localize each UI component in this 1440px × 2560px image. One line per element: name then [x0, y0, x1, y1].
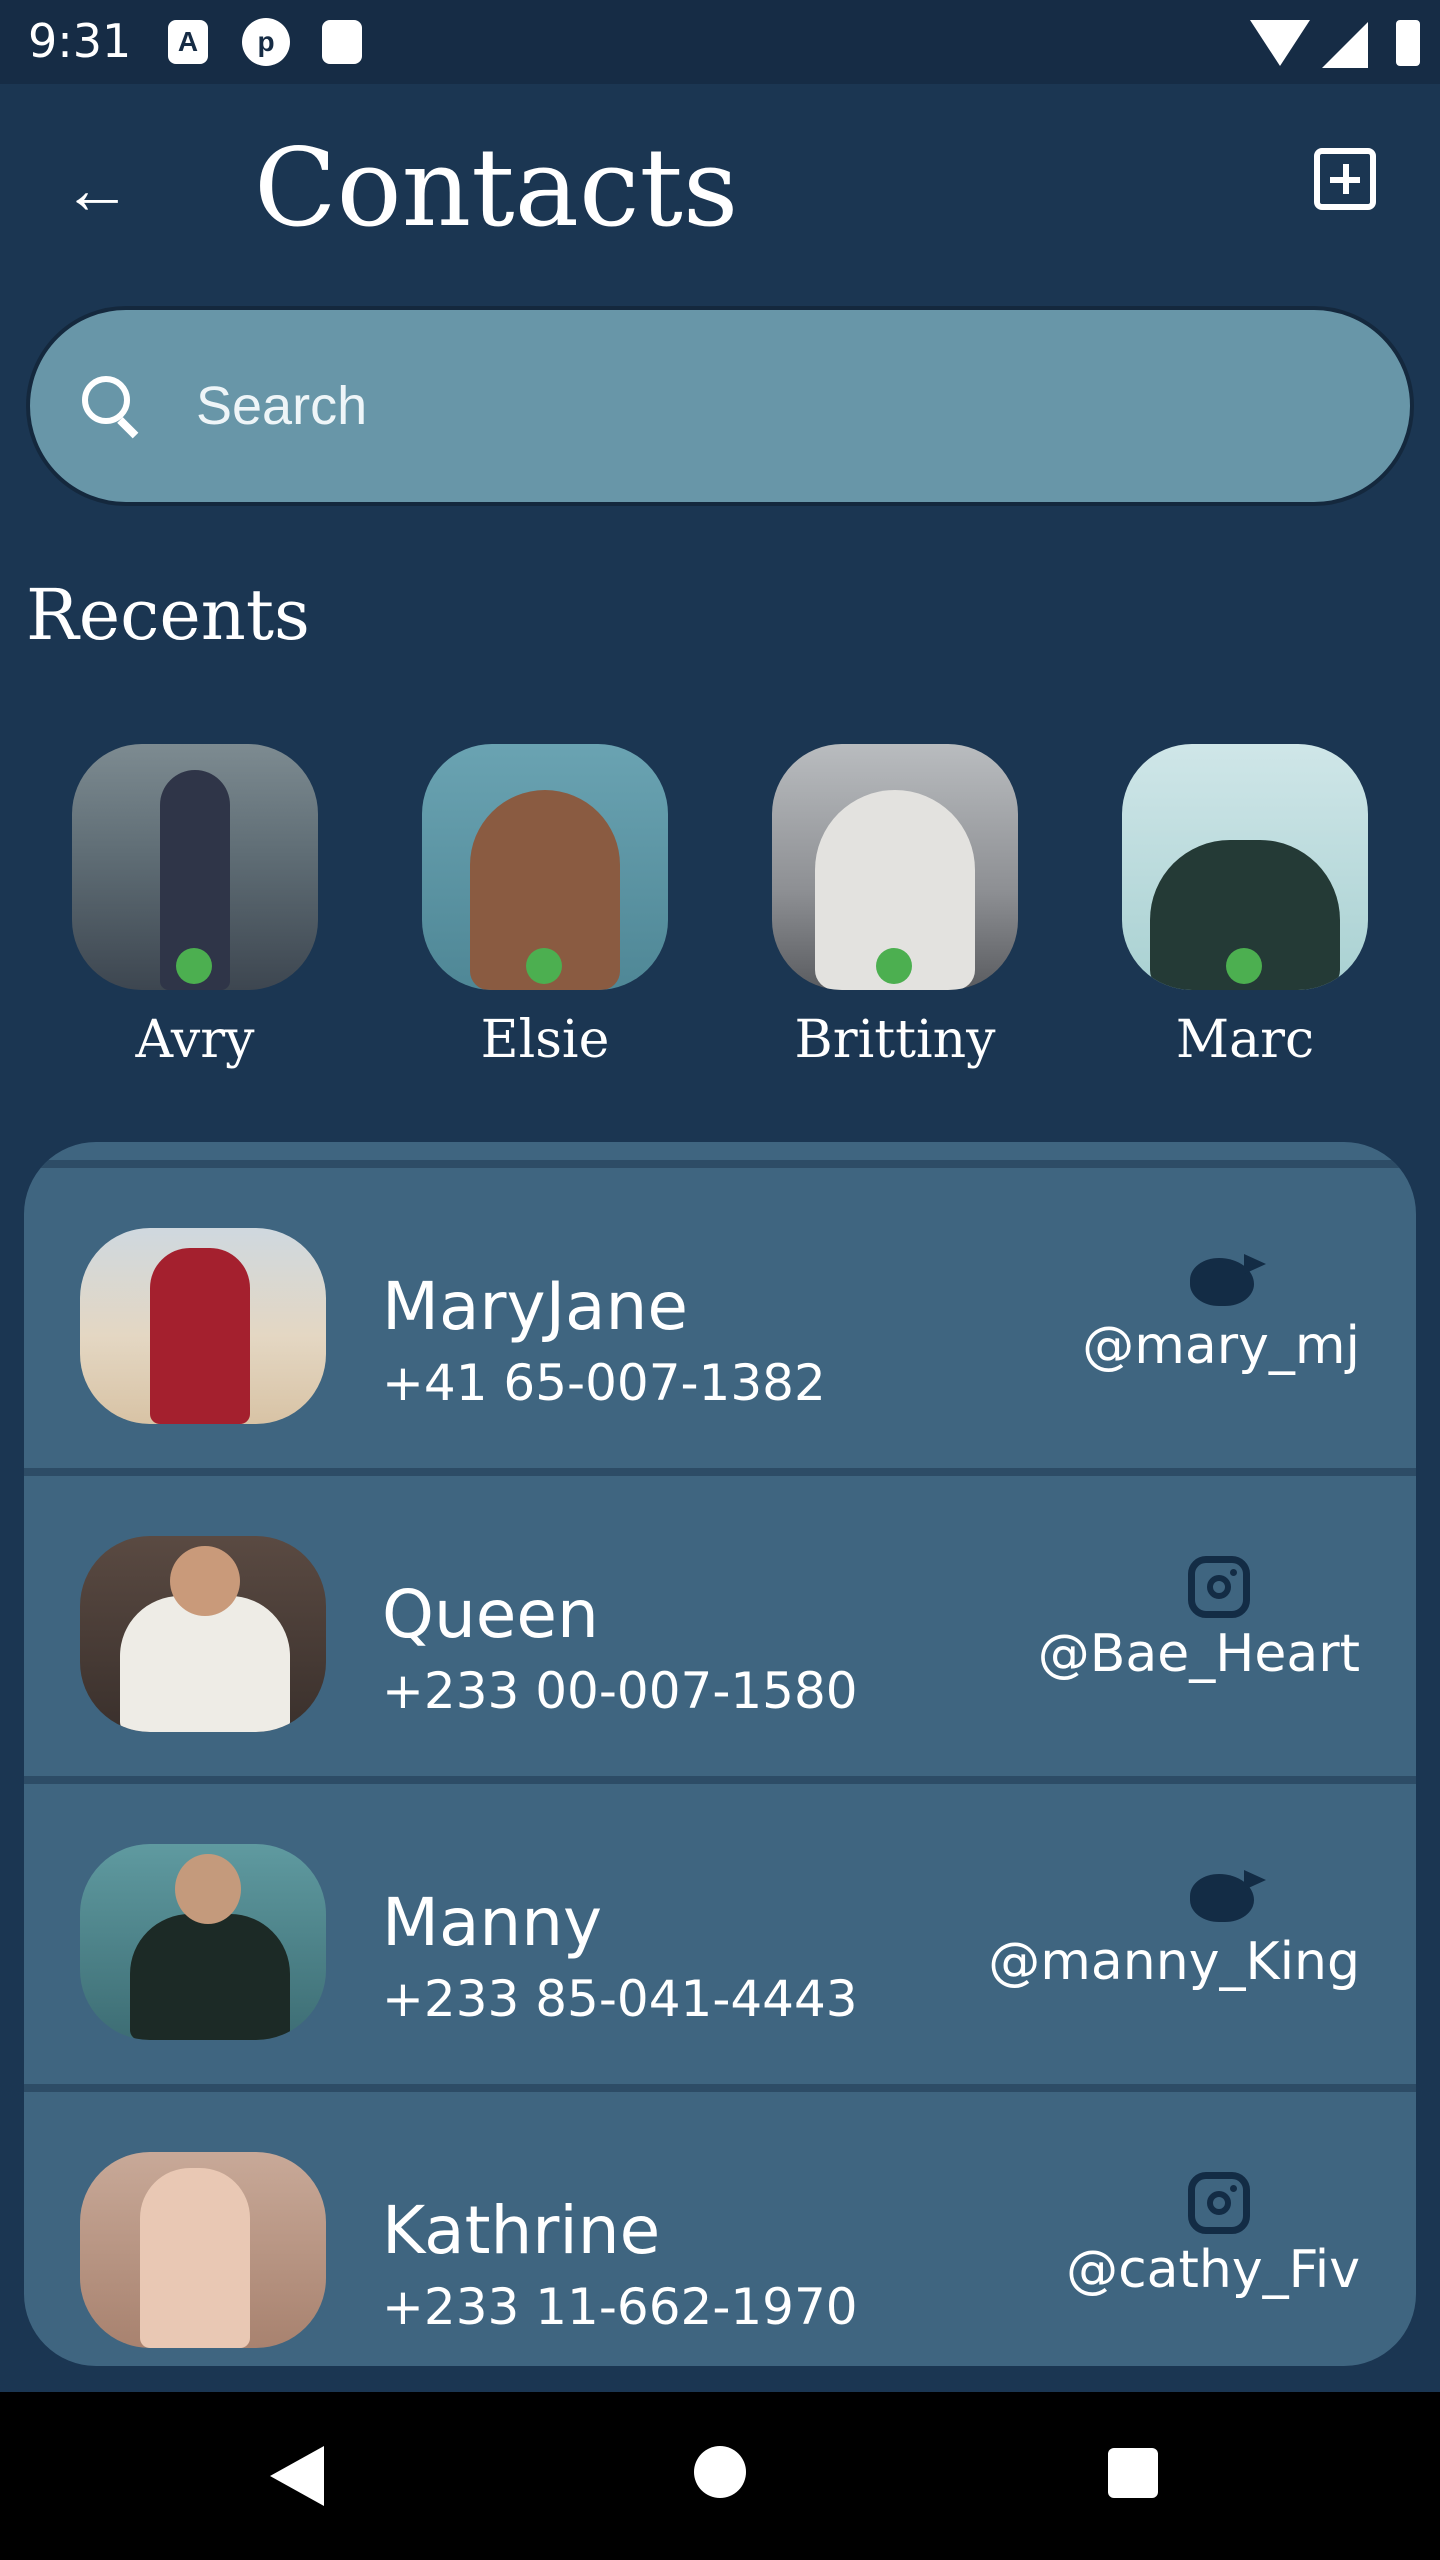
online-indicator — [526, 948, 562, 984]
recent-name: Brittiny — [794, 1010, 996, 1070]
add-box-icon[interactable] — [1314, 148, 1376, 210]
contact-name: MaryJane — [382, 1268, 688, 1345]
contact-phone: +41 65-007-1382 — [382, 1354, 826, 1412]
search-icon — [82, 376, 142, 439]
recent-contact-marc[interactable]: Marc — [1122, 744, 1368, 1070]
recent-contact-avry[interactable]: Avry — [72, 744, 318, 1070]
search-bar[interactable] — [26, 306, 1414, 506]
avatar — [772, 744, 1018, 990]
contact-row[interactable]: Queen +233 00-007-1580 @Bae_Heart — [24, 1468, 1416, 1768]
instagram-icon — [1188, 2172, 1250, 2234]
contact-name: Manny — [382, 1884, 603, 1961]
battery-icon — [1396, 20, 1420, 66]
contact-row[interactable]: Kathrine +233 11-662-1970 @cathy_Fiv — [24, 2084, 1416, 2366]
social-handle: @manny_King — [988, 1932, 1360, 1992]
wifi-icon — [1250, 20, 1310, 66]
search-input[interactable] — [194, 360, 1348, 452]
social-handle: @mary_mj — [1082, 1316, 1360, 1376]
contact-photo — [80, 2152, 326, 2348]
a-icon: A — [168, 20, 208, 64]
arrow-back-icon[interactable]: ← — [52, 144, 142, 234]
recents-list: Avry Elsie Brittiny Marc — [0, 744, 1440, 1084]
social-link[interactable]: @cathy_Fiv — [920, 2172, 1360, 2300]
contact-name: Kathrine — [382, 2192, 661, 2269]
contact-photo — [80, 1536, 326, 1732]
status-bar: 9:31 A p — [0, 0, 1440, 84]
instagram-icon — [1188, 1556, 1250, 1618]
nav-home-icon[interactable] — [694, 2446, 746, 2498]
social-handle: @Bae_Heart — [1037, 1624, 1360, 1684]
contact-row[interactable]: MaryJane +41 65-007-1382 @mary_mj — [24, 1160, 1416, 1460]
status-time: 9:31 — [28, 14, 132, 68]
avatar — [1122, 744, 1368, 990]
contact-photo — [80, 1228, 326, 1424]
contact-name: Queen — [382, 1576, 599, 1653]
page-title: Contacts — [254, 126, 739, 251]
contacts-list: MaryJane +41 65-007-1382 @mary_mj Queen … — [24, 1142, 1416, 2366]
nav-recents-icon[interactable] — [1108, 2448, 1158, 2498]
online-indicator — [1226, 948, 1262, 984]
social-link[interactable]: @mary_mj — [920, 1248, 1360, 1376]
social-link[interactable]: @manny_King — [920, 1864, 1360, 1992]
p-icon: p — [242, 18, 290, 66]
online-indicator — [176, 948, 212, 984]
contact-phone: +233 85-041-4443 — [382, 1970, 858, 2028]
contact-phone: +233 00-007-1580 — [382, 1662, 858, 1720]
contact-photo — [80, 1844, 326, 2040]
recent-contact-elsie[interactable]: Elsie — [422, 744, 668, 1070]
signal-icon — [1322, 22, 1368, 68]
online-indicator — [876, 948, 912, 984]
recent-contact-brittiny[interactable]: Brittiny — [772, 744, 1018, 1070]
twitter-icon — [1184, 1864, 1266, 1926]
recents-title: Recents — [26, 574, 310, 656]
system-indicators — [1220, 16, 1420, 70]
twitter-icon — [1184, 1248, 1266, 1310]
recent-name: Marc — [1175, 1010, 1315, 1070]
avatar — [422, 744, 668, 990]
social-handle: @cathy_Fiv — [1066, 2240, 1360, 2300]
sd-card-icon — [322, 20, 362, 64]
recent-name: Elsie — [480, 1010, 610, 1070]
avatar — [72, 744, 318, 990]
contact-phone: +233 11-662-1970 — [382, 2278, 858, 2336]
social-link[interactable]: @Bae_Heart — [920, 1556, 1360, 1684]
system-navigation-bar — [0, 2392, 1440, 2560]
recent-name: Avry — [135, 1010, 255, 1070]
nav-back-icon[interactable] — [270, 2446, 324, 2506]
app-bar: ← Contacts — [0, 84, 1440, 284]
contact-row[interactable]: Manny +233 85-041-4443 @manny_King — [24, 1776, 1416, 2076]
